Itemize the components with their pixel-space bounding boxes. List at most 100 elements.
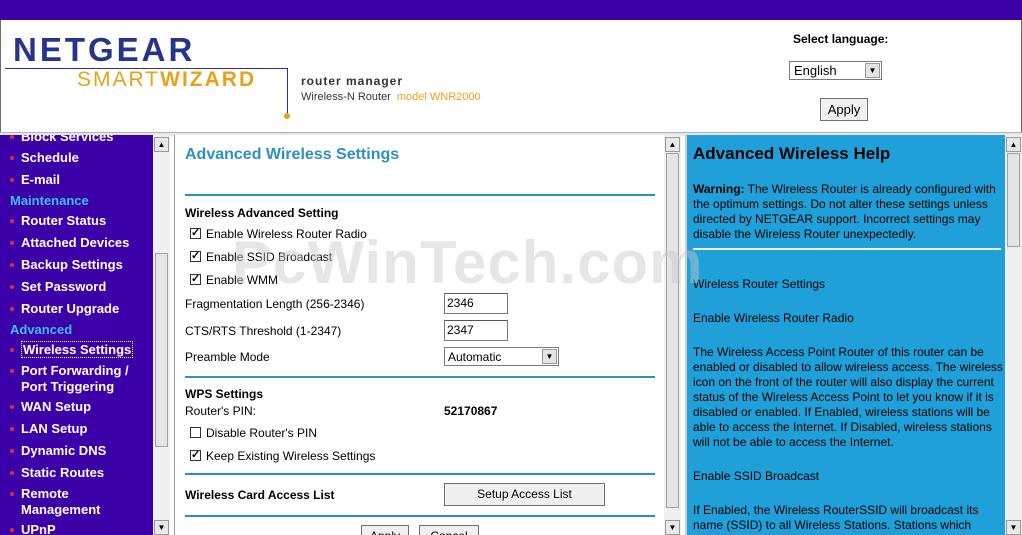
sidebar-item-label: Static Routes (21, 465, 105, 480)
sidebar-item-block-services[interactable]: Block Services (10, 135, 114, 145)
bullet-icon (10, 155, 14, 160)
help-panel: Advanced Wireless Help Warning: The Wire… (685, 135, 1006, 535)
sidebar-item-label: Remote (21, 486, 69, 501)
chevron-down-icon[interactable]: ▼ (542, 349, 557, 364)
bullet-icon (10, 491, 14, 496)
sidebar-item-label: Dynamic DNS (21, 443, 107, 458)
access-list-label: Wireless Card Access List (185, 488, 335, 502)
enable-ssid-label: Enable SSID Broadcast (206, 250, 333, 264)
scroll-down-icon[interactable]: ▼ (154, 520, 169, 535)
main-panel: Advanced Wireless Settings Wireless Adva… (174, 135, 665, 535)
cancel-button[interactable]: Cancel (419, 525, 479, 535)
section-title-wireless-advanced: Wireless Advanced Setting (185, 206, 339, 220)
help-scrollbar[interactable]: ▲ ▼ (1005, 135, 1022, 535)
bullet-icon (10, 426, 14, 431)
scroll-up-icon[interactable]: ▲ (1006, 137, 1021, 152)
sidebar-nav: Block Services Schedule E-mail Maintenan… (0, 135, 153, 535)
setup-access-list-button[interactable]: Setup Access List (444, 483, 605, 506)
router-pin-label: Router's PIN: (185, 404, 256, 418)
help-scroll-thumb[interactable] (1007, 153, 1020, 247)
sidebar-item-label-line2: Management (21, 502, 101, 517)
preamble-value: Automatic (448, 350, 502, 364)
bullet-icon (10, 218, 14, 223)
enable-ssid-checkbox[interactable]: ✓ (190, 251, 201, 262)
language-label: Select language: (793, 32, 889, 46)
scroll-down-icon[interactable]: ▼ (1006, 520, 1021, 535)
scroll-up-icon[interactable]: ▲ (154, 137, 169, 152)
preamble-select[interactable]: Automatic ▼ (444, 347, 559, 366)
sidebar-item-label: WAN Setup (21, 399, 92, 414)
help-paragraph-ssid: If Enabled, the Wireless RouterSSID will… (693, 503, 979, 532)
bullet-icon (10, 404, 14, 409)
preamble-label: Preamble Mode (185, 350, 270, 364)
help-paragraph-radio: The Wireless Access Point Router of this… (693, 345, 1003, 449)
sidebar-item-remote-management[interactable]: Remote Management (10, 486, 138, 518)
bullet-icon (10, 177, 14, 182)
cts-rts-input[interactable]: 2347 (444, 320, 508, 341)
logo-divider-vertical (287, 68, 288, 114)
bullet-icon (10, 262, 14, 267)
sidebar-item-set-password[interactable]: Set Password (10, 279, 106, 295)
section-divider (185, 194, 655, 196)
sidebar-scroll-thumb[interactable] (155, 253, 168, 447)
sidebar-item-label: Attached Devices (21, 235, 130, 250)
scroll-up-icon[interactable]: ▲ (665, 137, 680, 152)
apply-button[interactable]: Apply (361, 525, 409, 535)
bullet-icon (10, 527, 14, 532)
sidebar-item-label: Block Services (21, 135, 114, 144)
product-type: Wireless-N Router (301, 91, 391, 103)
sidebar-item-port-forwarding[interactable]: Port Forwarding / Port Triggering (10, 363, 138, 395)
sidebar-scrollbar[interactable]: ▲ ▼ (153, 135, 170, 535)
sidebar-item-dynamic-dns[interactable]: Dynamic DNS (10, 443, 106, 459)
product-title: router manager (301, 74, 404, 88)
sidebar-item-label: LAN Setup (21, 421, 88, 436)
sidebar-item-label: Set Password (21, 279, 107, 294)
sidebar-item-label: Router Upgrade (21, 301, 120, 316)
language-value: English (794, 63, 837, 78)
bullet-icon (10, 240, 14, 245)
enable-wmm-checkbox[interactable]: ✓ (190, 274, 201, 285)
enable-radio-checkbox[interactable]: ✓ (190, 228, 201, 239)
sidebar-item-wireless-settings[interactable]: Wireless Settings (10, 341, 134, 358)
sidebar-item-attached-devices[interactable]: Attached Devices (10, 235, 129, 251)
sidebar-item-label: UPnP (21, 522, 56, 535)
help-heading-radio: Enable Wireless Router Radio (693, 311, 854, 325)
language-select[interactable]: English ▼ (789, 61, 882, 80)
bullet-icon (10, 448, 14, 453)
sidebar-item-wan-setup[interactable]: WAN Setup (10, 399, 91, 415)
sidebar-item-static-routes[interactable]: Static Routes (10, 465, 104, 481)
language-apply-button[interactable]: Apply (820, 98, 868, 121)
model-label: model WNR2000 (396, 91, 481, 103)
disable-pin-checkbox[interactable] (190, 427, 201, 438)
main-scroll-thumb[interactable] (666, 153, 679, 508)
sidebar-item-backup-settings[interactable]: Backup Settings (10, 257, 123, 273)
bullet-icon (10, 347, 14, 352)
disable-pin-label: Disable Router's PIN (206, 426, 317, 440)
cts-rts-label: CTS/RTS Threshold (1-2347) (185, 324, 342, 338)
sidebar-item-label: Schedule (21, 150, 79, 165)
router-pin-value: 52170867 (444, 404, 498, 418)
smart-text: SMART (77, 68, 161, 91)
main-scrollbar[interactable]: ▲ ▼ (664, 135, 681, 535)
wizard-text: WIZARD (160, 68, 257, 91)
help-divider (693, 248, 1001, 250)
keep-settings-checkbox[interactable]: ✓ (190, 450, 201, 461)
fragmentation-input[interactable]: 2346 (444, 293, 508, 314)
section-divider (185, 376, 655, 378)
sidebar-item-label: Port Forwarding / (21, 363, 129, 378)
section-title-wps: WPS Settings (185, 387, 264, 401)
bullet-icon (10, 470, 14, 475)
header: NETGEAR SMARTWIZARD router manager Wirel… (0, 20, 1022, 132)
smartwizard-logo: SMARTWIZARD (77, 68, 256, 92)
sidebar-item-email[interactable]: E-mail (10, 172, 60, 188)
help-heading-ssid: Enable SSID Broadcast (693, 469, 820, 483)
chevron-down-icon[interactable]: ▼ (865, 63, 880, 78)
netgear-logo: NETGEAR (13, 31, 196, 68)
bullet-icon (10, 135, 14, 139)
sidebar-item-router-upgrade[interactable]: Router Upgrade (10, 301, 119, 317)
sidebar-item-lan-setup[interactable]: LAN Setup (10, 421, 87, 437)
sidebar-item-router-status[interactable]: Router Status (10, 213, 106, 229)
scroll-down-icon[interactable]: ▼ (665, 520, 680, 535)
sidebar-item-schedule[interactable]: Schedule (10, 150, 79, 166)
sidebar-item-upnp[interactable]: UPnP (10, 522, 56, 535)
